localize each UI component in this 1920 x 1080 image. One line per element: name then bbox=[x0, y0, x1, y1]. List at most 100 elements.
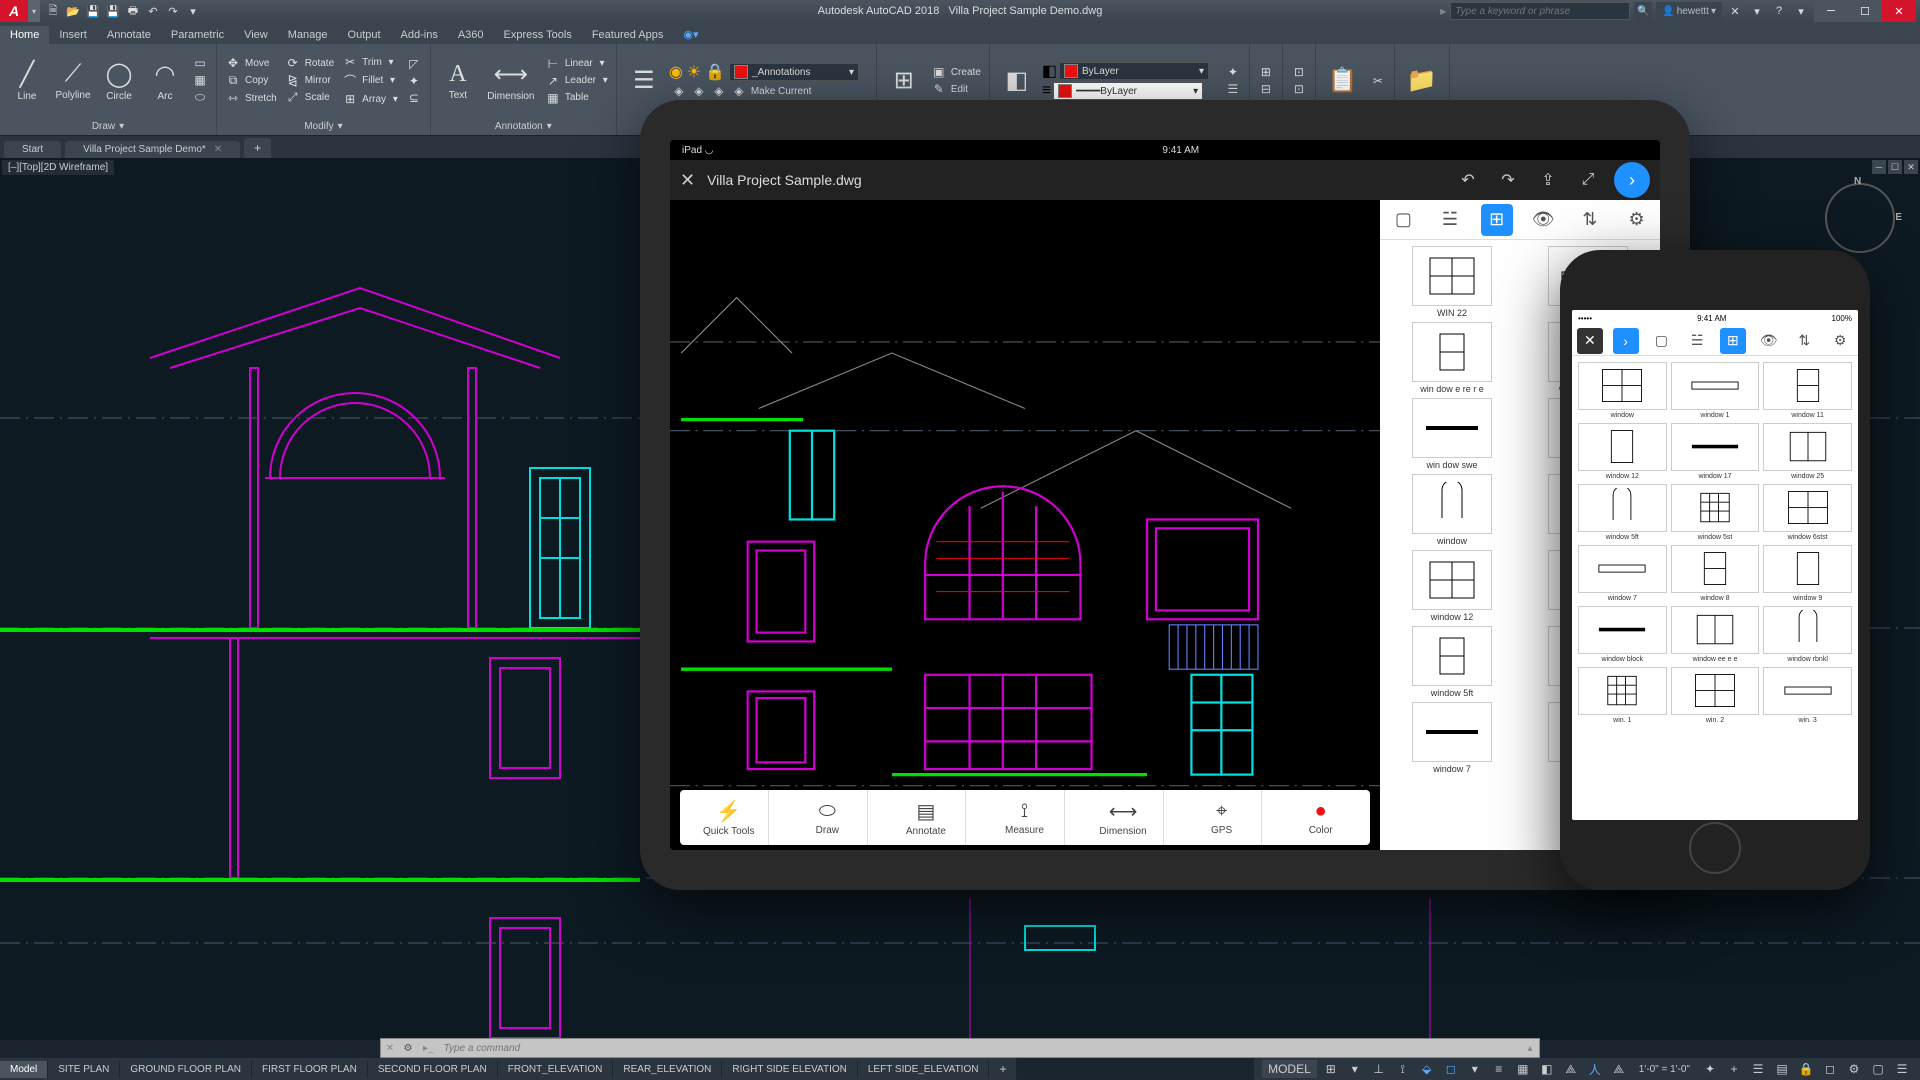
palette-item[interactable]: WIN 22 bbox=[1386, 246, 1518, 318]
palette-item[interactable]: window block bbox=[1578, 606, 1667, 663]
maximize-button[interactable]: ☐ bbox=[1848, 0, 1882, 22]
vp-min-icon[interactable]: ─ bbox=[1872, 160, 1886, 174]
line-button[interactable]: ╱Line bbox=[6, 46, 48, 115]
tab-expresstools[interactable]: Express Tools bbox=[494, 26, 582, 44]
tab-a360[interactable]: A360 bbox=[448, 26, 494, 44]
layers-icon[interactable]: ☱ bbox=[1684, 328, 1710, 354]
layout-left[interactable]: LEFT SIDE_ELEVATION bbox=[858, 1061, 990, 1078]
tab-file-open[interactable]: Villa Project Sample Demo*✕ bbox=[65, 141, 240, 158]
palette-item[interactable]: win dow e re r e bbox=[1386, 322, 1518, 394]
tab-insert[interactable]: Insert bbox=[49, 26, 97, 44]
osnap-icon[interactable]: ◻ bbox=[1441, 1060, 1461, 1078]
palette-item[interactable]: window 25 bbox=[1763, 423, 1852, 480]
expand-icon[interactable]: ⤢ bbox=[1574, 166, 1602, 194]
navcube-n[interactable]: N bbox=[1854, 176, 1861, 187]
plot-icon[interactable]: 🖶 bbox=[124, 2, 142, 20]
layout-second[interactable]: SECOND FLOOR PLAN bbox=[368, 1061, 498, 1078]
viewport-icon[interactable]: ▢ bbox=[1648, 328, 1674, 354]
app-menu-arrow-icon[interactable]: ▾ bbox=[28, 0, 40, 22]
help-icon[interactable]: ? bbox=[1770, 2, 1788, 20]
transparency-icon[interactable]: ▦ bbox=[1513, 1060, 1533, 1078]
copy-button[interactable]: ⧉Copy bbox=[223, 72, 279, 89]
color-button[interactable]: ●Color bbox=[1281, 790, 1361, 845]
palette-item[interactable]: win. 2 bbox=[1671, 667, 1760, 724]
palette-item[interactable]: window 6stst bbox=[1763, 484, 1852, 541]
palette-item[interactable]: window 5st bbox=[1671, 484, 1760, 541]
drawing-scale[interactable]: 1'-0" = 1'-0" bbox=[1633, 1064, 1696, 1075]
isolate-icon[interactable]: ◻ bbox=[1820, 1060, 1840, 1078]
palette-item[interactable]: window 5ft bbox=[1386, 626, 1518, 698]
palette-item[interactable]: window 8 bbox=[1671, 545, 1760, 602]
workspace-icon[interactable]: ✦ bbox=[1700, 1060, 1720, 1078]
quickprops-icon[interactable]: ▤ bbox=[1772, 1060, 1792, 1078]
grid-icon[interactable]: ⊞ bbox=[1321, 1060, 1341, 1078]
customize-icon[interactable]: ⚙ bbox=[399, 1043, 417, 1054]
tab-manage[interactable]: Manage bbox=[278, 26, 338, 44]
annoscale-icon[interactable]: ⟁ bbox=[1561, 1060, 1581, 1078]
stayconnected-icon[interactable]: ▾ bbox=[1748, 2, 1766, 20]
command-input[interactable] bbox=[440, 1043, 1521, 1054]
palette-item[interactable]: window 17 bbox=[1671, 423, 1760, 480]
layout-right[interactable]: RIGHT SIDE ELEVATION bbox=[722, 1061, 857, 1078]
navcube-e[interactable]: E bbox=[1895, 212, 1902, 223]
palette-item[interactable]: win dow swe bbox=[1386, 398, 1518, 470]
color-dropdown[interactable]: ByLayer▾ bbox=[1059, 62, 1209, 80]
leader-button[interactable]: ↗Leader ▾ bbox=[543, 73, 610, 89]
trim-button[interactable]: ✂Trim ▾ bbox=[340, 54, 400, 70]
panel-toggle-icon[interactable]: › bbox=[1613, 328, 1639, 354]
app-logo[interactable]: A bbox=[0, 0, 28, 22]
list-icon[interactable]: ☰ bbox=[1223, 81, 1243, 97]
layout-model[interactable]: Model bbox=[0, 1061, 48, 1078]
cut-icon[interactable]: ✂ bbox=[1368, 73, 1388, 89]
ungroup-icon[interactable]: ⊟ bbox=[1256, 81, 1276, 97]
undo-icon[interactable]: ↶ bbox=[144, 2, 162, 20]
annotate-button[interactable]: ▤Annotate bbox=[886, 790, 966, 845]
layout-first[interactable]: FIRST FLOOR PLAN bbox=[252, 1061, 368, 1078]
units-icon[interactable]: ☰ bbox=[1748, 1060, 1768, 1078]
palette-item[interactable]: window 5ft bbox=[1578, 484, 1667, 541]
rotate-button[interactable]: ⟳Rotate bbox=[283, 55, 336, 71]
layer-properties-button[interactable]: ☰ bbox=[623, 46, 665, 115]
palette-item[interactable]: win. 3 bbox=[1763, 667, 1852, 724]
minimize-button[interactable]: ─ bbox=[1814, 0, 1848, 22]
arc-button[interactable]: ◠Arc bbox=[144, 46, 186, 115]
tab-view[interactable]: View bbox=[234, 26, 278, 44]
ortho-icon[interactable]: ⊥ bbox=[1369, 1060, 1389, 1078]
new-icon[interactable]: 🗎 bbox=[44, 2, 62, 20]
tab-focus-icon[interactable]: ◉▾ bbox=[673, 25, 708, 44]
close-icon[interactable]: ✕ bbox=[214, 144, 222, 155]
cycling-icon[interactable]: ◧ bbox=[1537, 1060, 1557, 1078]
annomonitor-icon[interactable]: + bbox=[1724, 1060, 1744, 1078]
palette-item[interactable]: window 7 bbox=[1386, 702, 1518, 774]
annoscale2-icon[interactable]: ⟁ bbox=[1609, 1060, 1629, 1078]
lwt-icon[interactable]: ≡ bbox=[1489, 1060, 1509, 1078]
close-icon[interactable]: ✕ bbox=[381, 1043, 399, 1054]
tab-output[interactable]: Output bbox=[338, 26, 391, 44]
stretch-button[interactable]: ⇿Stretch bbox=[223, 90, 279, 106]
palette-item[interactable]: window 1 bbox=[1671, 362, 1760, 419]
measure-button[interactable]: ⟟Measure bbox=[985, 790, 1065, 845]
tab-home[interactable]: Home bbox=[0, 26, 49, 44]
blocks-icon[interactable]: ⊞ bbox=[1481, 204, 1513, 236]
lineweight-dropdown[interactable]: ━━━━ ByLayer▾ bbox=[1053, 82, 1203, 100]
close-icon[interactable]: ✕ bbox=[1577, 328, 1603, 354]
explode-icon[interactable]: ✦ bbox=[404, 73, 424, 89]
lockui-icon[interactable]: 🔒 bbox=[1796, 1060, 1816, 1078]
circle-button[interactable]: ◯Circle bbox=[98, 46, 140, 115]
make-current-button[interactable]: ◈ ◈ ◈ ◈ Make Current bbox=[669, 83, 870, 99]
linear-button[interactable]: ⊢Linear ▾ bbox=[543, 56, 610, 72]
settings2-icon[interactable]: ⇅ bbox=[1574, 204, 1606, 236]
close-icon[interactable]: ✕ bbox=[680, 170, 695, 191]
palette-item[interactable]: window 12 bbox=[1386, 550, 1518, 622]
help-dropdown-icon[interactable]: ▾ bbox=[1792, 2, 1810, 20]
gps-button[interactable]: ⌖GPS bbox=[1182, 790, 1262, 845]
layout-ground[interactable]: GROUND FLOOR PLAN bbox=[120, 1061, 252, 1078]
palette-item[interactable]: window 12 bbox=[1578, 423, 1667, 480]
chevron-down-icon[interactable]: ▾ bbox=[119, 121, 124, 132]
lock-icon[interactable]: 🔒 bbox=[705, 62, 725, 82]
save-icon[interactable]: 💾 bbox=[84, 2, 102, 20]
create-block-button[interactable]: ▣Create bbox=[929, 64, 983, 80]
bulb-icon[interactable]: ◉ bbox=[669, 62, 683, 82]
chevron-down-icon[interactable]: ▾ bbox=[547, 121, 552, 132]
tab-start[interactable]: Start bbox=[4, 141, 61, 158]
